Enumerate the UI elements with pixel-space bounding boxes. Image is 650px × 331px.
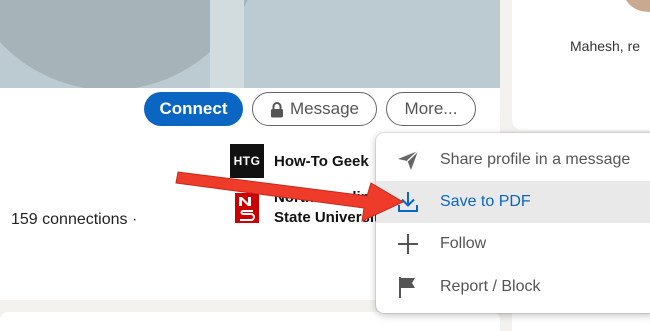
avatar[interactable] [624, 0, 650, 12]
menu-item-save-to-pdf[interactable]: Save to PDF [376, 181, 650, 223]
connect-button-label: Connect [159, 99, 228, 118]
company-name: How-To Geek [274, 152, 369, 170]
menu-item-label: Follow [440, 235, 487, 252]
message-button-label: Message [290, 99, 359, 118]
download-icon [376, 190, 440, 214]
htg-logo: HTG [230, 144, 264, 178]
plus-icon [376, 232, 440, 256]
more-actions-dropdown: Share profile in a message Save to PDF F… [376, 133, 650, 313]
company-htg[interactable]: HTG How-To Geek [230, 144, 369, 178]
ncsu-logo [230, 191, 264, 225]
message-button[interactable]: Message [252, 92, 377, 126]
connect-button[interactable]: Connect [144, 92, 243, 126]
menu-item-report-block[interactable]: Report / Block [376, 266, 650, 308]
menu-item-label: Share profile in a message [440, 151, 631, 168]
menu-item-label: Save to PDF [440, 193, 531, 210]
section-card [0, 312, 500, 331]
menu-item-share-profile[interactable]: Share profile in a message [376, 139, 650, 181]
more-button-label: More... [404, 99, 458, 118]
company-ncsu[interactable]: North Carolina State University [230, 188, 394, 228]
profile-banner [0, 0, 500, 88]
sidebar-name-text: Mahesh, re [570, 38, 641, 54]
flag-icon [376, 275, 440, 299]
banner-stripe [210, 0, 244, 88]
more-button[interactable]: More... [386, 92, 476, 126]
send-icon [376, 148, 440, 172]
sidebar-card: Mahesh, re [512, 0, 650, 130]
menu-item-follow[interactable]: Follow [376, 223, 650, 265]
lock-icon [270, 101, 284, 117]
connections-count[interactable]: 159 connections · [11, 211, 137, 229]
menu-item-label: Report / Block [440, 278, 541, 295]
